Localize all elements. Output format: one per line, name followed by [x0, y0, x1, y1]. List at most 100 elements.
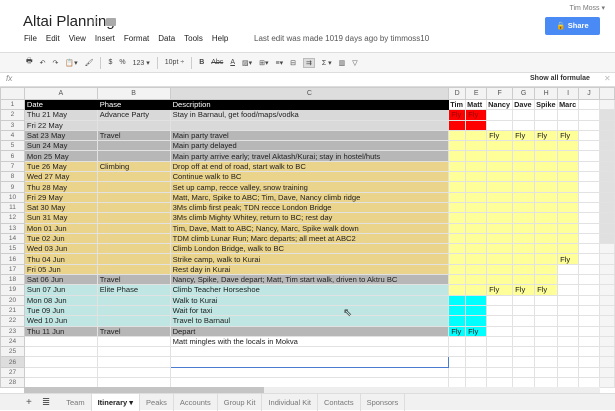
cell-c27[interactable]: [169, 366, 450, 379]
cell-j19[interactable]: [578, 284, 600, 296]
cell-e4[interactable]: [465, 129, 488, 142]
cell-e5[interactable]: [465, 140, 488, 152]
column-header-i[interactable]: I: [557, 87, 580, 100]
cell-b24[interactable]: [96, 335, 171, 348]
merge-icon[interactable]: ⊟: [290, 59, 296, 67]
cell-g2[interactable]: [512, 109, 536, 121]
cell-d27[interactable]: [448, 366, 467, 379]
cell-g5[interactable]: [512, 140, 536, 152]
cell-a13[interactable]: Mon 01 Jun: [23, 222, 98, 234]
chart-icon[interactable]: ▥: [339, 59, 346, 67]
cell-b11[interactable]: [96, 201, 171, 214]
row-header[interactable]: 2: [0, 109, 25, 121]
cell-c11[interactable]: 3Ms climb first peak; TDN recce London B…: [169, 201, 450, 214]
cell-h11[interactable]: [534, 201, 559, 214]
star-icon[interactable]: ☆: [90, 14, 100, 27]
cell-d15[interactable]: [448, 243, 467, 255]
cell-h1[interactable]: Spike: [534, 98, 559, 111]
cell-f16[interactable]: [486, 253, 514, 265]
menu-help[interactable]: Help: [212, 34, 228, 43]
cell-b6[interactable]: [96, 150, 171, 162]
cell-c16[interactable]: Strike camp, walk to Kurai: [169, 253, 450, 265]
cell-i7[interactable]: [557, 160, 580, 173]
cell-j11[interactable]: [578, 201, 600, 214]
sheet-tab[interactable]: Peaks: [140, 393, 174, 411]
cell-c9[interactable]: Set up camp, recce valley, snow training: [169, 181, 450, 193]
column-header-f[interactable]: F: [486, 87, 514, 100]
cell-a2[interactable]: Thu 21 May: [23, 109, 98, 121]
row-header[interactable]: 5: [0, 140, 25, 152]
cell-e25[interactable]: [465, 346, 488, 358]
cell-d21[interactable]: [448, 304, 467, 317]
functions-button[interactable]: Σ ▾: [322, 59, 332, 67]
row-header[interactable]: 10: [0, 191, 25, 203]
cell-d5[interactable]: [448, 140, 467, 152]
row-header[interactable]: 3: [0, 119, 25, 131]
cell-c4[interactable]: Main party travel: [169, 129, 450, 142]
cell-b5[interactable]: [96, 140, 171, 152]
cell-c20[interactable]: Walk to Kurai: [169, 294, 450, 306]
cell-c25[interactable]: [169, 346, 450, 358]
vertical-scrollbar-cell[interactable]: [598, 160, 615, 173]
vertical-scrollbar-cell[interactable]: [598, 325, 615, 337]
vertical-scrollbar-cell[interactable]: [598, 181, 615, 193]
cell-e23[interactable]: Fly: [465, 325, 488, 337]
cell-j2[interactable]: [578, 109, 600, 121]
cell-f22[interactable]: [486, 315, 514, 327]
cell-d22[interactable]: [448, 315, 467, 327]
cell-g17[interactable]: [512, 263, 536, 276]
cell-e17[interactable]: [465, 263, 488, 276]
cell-g22[interactable]: [512, 315, 536, 327]
cell-b15[interactable]: [96, 243, 171, 255]
cell-c6[interactable]: Main party arrive early; travel Aktash/K…: [169, 150, 450, 162]
cell-a3[interactable]: Fri 22 May: [23, 119, 98, 131]
column-header-e[interactable]: E: [465, 87, 488, 100]
cell-c19[interactable]: Climb Teacher Horseshoe: [169, 284, 450, 296]
cell-g13[interactable]: [512, 222, 536, 234]
cell-f4[interactable]: Fly: [486, 129, 514, 142]
cell-d16[interactable]: [448, 253, 467, 265]
cell-d2[interactable]: Fly: [448, 109, 467, 121]
cell-b25[interactable]: [96, 346, 171, 358]
vertical-scrollbar-cell[interactable]: [598, 294, 615, 306]
cell-i12[interactable]: [557, 212, 580, 224]
cell-a23[interactable]: Thu 11 Jun: [23, 325, 98, 337]
cell-d7[interactable]: [448, 160, 467, 173]
wrap-text-icon[interactable]: ⇉: [303, 57, 315, 68]
cell-b23[interactable]: Travel: [96, 325, 171, 337]
cell-d20[interactable]: [448, 294, 467, 306]
vertical-scrollbar-cell[interactable]: [598, 304, 615, 317]
cell-i8[interactable]: [557, 171, 580, 183]
align-icon[interactable]: ≡▾: [276, 59, 284, 67]
cell-e22[interactable]: [465, 315, 488, 327]
cell-j12[interactable]: [578, 212, 600, 224]
folder-icon[interactable]: [106, 18, 116, 26]
cell-a25[interactable]: [23, 346, 98, 358]
cell-e8[interactable]: [465, 171, 488, 183]
cell-h27[interactable]: [534, 366, 559, 379]
cell-e15[interactable]: [465, 243, 488, 255]
cell-b1[interactable]: Phase: [96, 98, 171, 111]
column-header-j[interactable]: J: [578, 87, 600, 100]
row-header[interactable]: 1: [0, 98, 25, 111]
cell-i9[interactable]: [557, 181, 580, 193]
cell-i4[interactable]: Fly: [557, 129, 580, 142]
cell-i15[interactable]: [557, 243, 580, 255]
cell-j18[interactable]: [578, 274, 600, 286]
column-header-a[interactable]: A: [23, 87, 98, 100]
cell-f3[interactable]: [486, 119, 514, 131]
cell-e18[interactable]: [465, 274, 488, 286]
sheet-tab[interactable]: Team: [60, 393, 92, 411]
cell-e12[interactable]: [465, 212, 488, 224]
cell-g26[interactable]: [512, 356, 536, 368]
cell-j6[interactable]: [578, 150, 600, 162]
cell-i10[interactable]: [557, 191, 580, 203]
vertical-scrollbar-cell[interactable]: [598, 315, 615, 327]
cell-a7[interactable]: Tue 26 May: [23, 160, 98, 173]
cell-c2[interactable]: Stay in Barnaul, get food/maps/vodka: [169, 109, 450, 121]
vertical-scrollbar-cell[interactable]: [598, 140, 615, 152]
cell-g15[interactable]: [512, 243, 536, 255]
vertical-scrollbar-cell[interactable]: [598, 232, 615, 245]
cell-f24[interactable]: [486, 335, 514, 348]
row-header[interactable]: 24: [0, 335, 25, 348]
